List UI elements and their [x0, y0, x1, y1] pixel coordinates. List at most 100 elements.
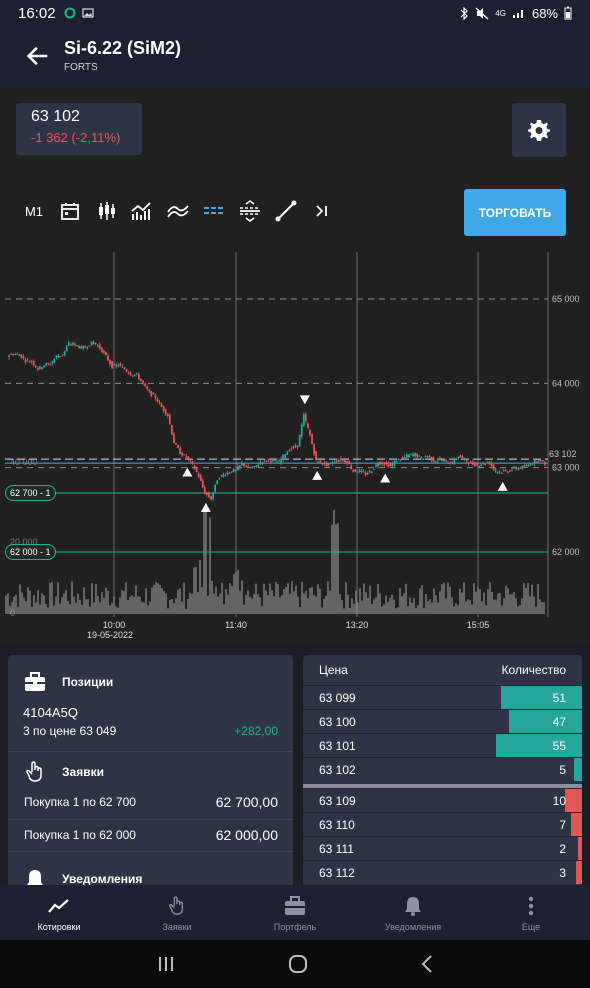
order-row[interactable]: Покупка 1 по 62 700 62 700,00: [24, 792, 278, 812]
draw-line-button[interactable]: [268, 196, 304, 226]
price-chart[interactable]: 65 000 64 000 63 000 62 000 40 000 20 000 0 63 …: [0, 252, 590, 642]
nav-notifications[interactable]: Уведомления: [354, 885, 472, 940]
orders-header[interactable]: Заявки: [8, 757, 293, 787]
order-book-ask-row[interactable]: 63 112 3: [303, 860, 582, 884]
order-book-ask-row[interactable]: 63 111 2: [303, 836, 582, 860]
candle-body: [72, 342, 74, 345]
candle-body: [109, 360, 111, 364]
candle-body: [484, 464, 487, 466]
nav-more[interactable]: Еще: [472, 885, 590, 940]
mute-icon: [475, 7, 489, 19]
nav-portfolio[interactable]: Портфель: [236, 885, 354, 940]
candle-body: [148, 390, 151, 392]
candle-body: [420, 457, 423, 459]
candle-body: [335, 460, 338, 462]
candle-body: [370, 471, 373, 474]
candle-body: [30, 360, 33, 362]
overlay-button[interactable]: [160, 196, 196, 226]
order-book-bid-row[interactable]: 63 099 51: [303, 685, 582, 709]
order-description: Покупка 1 по 62 000: [24, 828, 136, 842]
candle-body: [144, 383, 146, 386]
battery-percent: 68%: [531, 5, 558, 21]
order-book-bid-row[interactable]: 63 102 5: [303, 757, 582, 781]
hand-pointer-icon: [165, 894, 189, 918]
candle-body: [47, 363, 50, 365]
timeframe-button[interactable]: M1: [16, 196, 52, 226]
order-book-ask-row[interactable]: 63 110 7: [303, 812, 582, 836]
candle-body: [12, 354, 15, 356]
order-level-tag[interactable]: 62 000 - 1: [5, 544, 56, 560]
candle-body: [16, 353, 19, 355]
candle-body: [61, 354, 64, 356]
candle-body: [366, 472, 369, 474]
nav-quotes[interactable]: Котировки: [0, 885, 118, 940]
indicators-button[interactable]: [124, 196, 160, 226]
candle-body: [53, 358, 56, 363]
candle-body: [88, 345, 91, 347]
more-vertical-icon: [519, 894, 543, 918]
divider: [8, 819, 293, 820]
chart-type-button[interactable]: [88, 196, 124, 226]
alerts-header[interactable]: Уведомления: [8, 864, 293, 887]
recent-apps-icon[interactable]: [157, 956, 175, 972]
calendar-icon: [61, 203, 79, 220]
candle-body: [304, 414, 307, 422]
candle-body: [113, 364, 116, 366]
scroll-to-end-button[interactable]: [304, 196, 340, 226]
candle-body: [542, 460, 544, 462]
volume-bar: [576, 861, 582, 884]
back-arrow-icon[interactable]: [24, 42, 52, 70]
candle-body: [395, 461, 398, 463]
order-book-bid-row[interactable]: 63 100 47: [303, 709, 582, 733]
home-icon[interactable]: [288, 954, 308, 974]
candle-body: [102, 350, 105, 353]
order-book-bid-row[interactable]: 63 101 55: [303, 733, 582, 757]
candle-body: [352, 469, 355, 472]
candle-body: [292, 446, 295, 449]
candle-body: [78, 346, 81, 349]
calendar-button[interactable]: [52, 196, 88, 226]
system-back-icon[interactable]: [421, 955, 433, 973]
nav-label: Заявки: [162, 921, 192, 932]
candle-body: [271, 459, 274, 461]
order-value: 62 000,00: [215, 827, 278, 843]
bottom-navigation: Котировки Заявки Портфель Уведомления Ещ…: [0, 885, 590, 940]
chart-settings-button[interactable]: [512, 103, 566, 157]
candle-body: [76, 345, 78, 347]
candle-body: [500, 472, 503, 474]
horizontal-line-button[interactable]: [232, 196, 268, 226]
order-book-ask-row[interactable]: 63 109 10: [303, 788, 582, 812]
order-book-price: 63 112: [319, 866, 355, 880]
candle-body: [391, 463, 394, 467]
order-level-tag[interactable]: 62 700 - 1: [5, 484, 56, 501]
candle-body: [358, 469, 361, 473]
levels-button[interactable]: [196, 196, 232, 226]
order-value: 62 700,00: [215, 794, 278, 810]
candle-body: [457, 456, 460, 459]
candle-body: [506, 471, 509, 473]
candle-body: [276, 461, 278, 463]
candle-body: [181, 452, 184, 456]
candle-body: [488, 461, 491, 464]
line-chart-icon: [47, 894, 71, 918]
candle-body: [445, 459, 447, 461]
candle-body: [63, 350, 66, 355]
nav-orders[interactable]: Заявки: [118, 885, 236, 940]
candle-body: [418, 455, 421, 457]
trade-button[interactable]: ТОРГОВАТЬ: [464, 189, 566, 236]
nav-label: Еще: [521, 921, 541, 932]
candle-body: [173, 433, 175, 444]
order-row[interactable]: Покупка 1 по 62 000 62 000,00: [24, 825, 278, 845]
signal-icon: [512, 10, 523, 18]
positions-header[interactable]: Позиции: [8, 667, 293, 697]
candle-body: [156, 399, 159, 402]
candle-body: [360, 470, 363, 473]
candle-body: [288, 450, 291, 452]
candlestick-chart[interactable]: 65 00064 00063 00062 00040 00020 000063 …: [0, 252, 590, 642]
candle-body: [140, 378, 142, 382]
nav-label: Портфель: [273, 921, 317, 932]
candle-body: [313, 444, 316, 455]
candle-body: [519, 467, 522, 469]
candle-body: [432, 457, 435, 463]
candle-body: [307, 423, 309, 429]
